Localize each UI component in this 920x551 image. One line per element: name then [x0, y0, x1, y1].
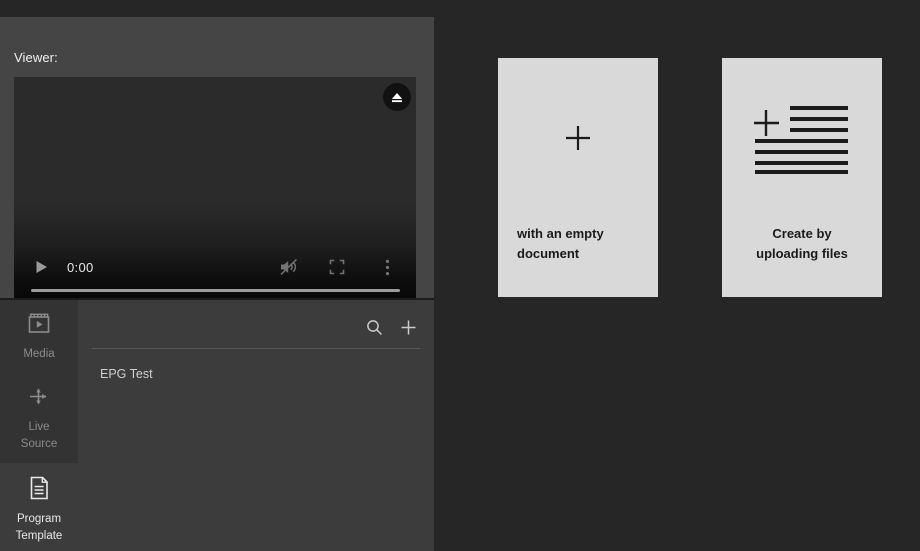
- card-artwork: [498, 58, 658, 218]
- sidebar-item-label: Live Source: [21, 419, 57, 453]
- play-icon[interactable]: [33, 259, 49, 275]
- list-toolbar: [92, 310, 420, 344]
- volume-muted-glyph: [280, 259, 297, 275]
- card-label-line1: Create by: [772, 226, 832, 241]
- card-label-line2: document: [517, 246, 580, 261]
- routing-arrow-glyph: [30, 388, 47, 405]
- more-vertical-icon[interactable]: [376, 256, 398, 278]
- more-vertical-glyph: [385, 259, 389, 275]
- plus-icon: [566, 126, 590, 150]
- create-by-uploading-card[interactable]: Create by uploading files: [722, 58, 882, 297]
- sidebar-label-line2: Source: [20, 438, 58, 450]
- video-controls: 0:00: [14, 244, 416, 306]
- plus-glyph: [401, 320, 415, 334]
- viewer-panel: Viewer: 0:00: [0, 17, 434, 306]
- film-play-icon: [26, 312, 52, 341]
- document-lines-icon: [26, 475, 52, 506]
- right-content-area: with an empty document Create by uploadi…: [434, 0, 920, 551]
- viewer-label: Viewer:: [14, 50, 58, 65]
- eject-glyph: [391, 92, 403, 102]
- sidebar-item-program-template[interactable]: Program Template: [0, 463, 78, 551]
- fullscreen-icon[interactable]: [326, 256, 348, 278]
- play-glyph: [36, 261, 47, 273]
- app-root: Viewer: 0:00 Media Live Source Program T…: [0, 0, 920, 551]
- card-label: Create by uploading files: [732, 224, 872, 264]
- current-time: 0:00: [67, 259, 94, 275]
- sidebar-rail: Media Live Source Program Template: [0, 300, 78, 551]
- sidebar-item-label: Media: [23, 348, 55, 360]
- card-label-line1: with an empty: [517, 226, 604, 241]
- plus-lines-icon: [752, 102, 852, 174]
- film-play-glyph: [28, 313, 50, 333]
- eject-icon[interactable]: [383, 83, 411, 111]
- video-player[interactable]: 0:00: [14, 77, 416, 306]
- card-label-line2: uploading files: [756, 246, 848, 261]
- list-item[interactable]: EPG Test: [78, 358, 434, 390]
- volume-muted-icon[interactable]: [278, 256, 300, 278]
- plus-lines-glyph: [754, 106, 848, 174]
- fullscreen-glyph: [329, 259, 345, 275]
- lower-left-area: Media Live Source Program Template EPG T…: [0, 300, 434, 551]
- document-lines-glyph: [30, 476, 48, 500]
- sidebar-label-line2: Template: [15, 530, 63, 542]
- list-divider: [92, 348, 420, 349]
- top-bar: [0, 0, 434, 17]
- list-rows: EPG Test: [78, 358, 434, 390]
- video-controls-row: 0:00: [14, 252, 416, 282]
- list-panel: EPG Test: [78, 300, 434, 551]
- routing-arrow-icon: [26, 385, 52, 414]
- sidebar-label-line1: Live: [28, 421, 50, 433]
- create-empty-document-card[interactable]: with an empty document: [498, 58, 658, 297]
- progress-bar[interactable]: [31, 289, 400, 292]
- search-glyph: [366, 319, 382, 335]
- search-icon[interactable]: [362, 315, 386, 339]
- sidebar-item-label: Program Template: [16, 511, 63, 545]
- card-label: with an empty document: [517, 224, 644, 264]
- plus-icon[interactable]: [396, 315, 420, 339]
- card-artwork: [722, 58, 882, 218]
- left-column: Viewer: 0:00 Media Live Source Program T…: [0, 0, 434, 551]
- sidebar-item-live-source[interactable]: Live Source: [0, 373, 78, 463]
- sidebar-item-media[interactable]: Media: [0, 300, 78, 373]
- sidebar-label-line1: Program: [16, 513, 62, 525]
